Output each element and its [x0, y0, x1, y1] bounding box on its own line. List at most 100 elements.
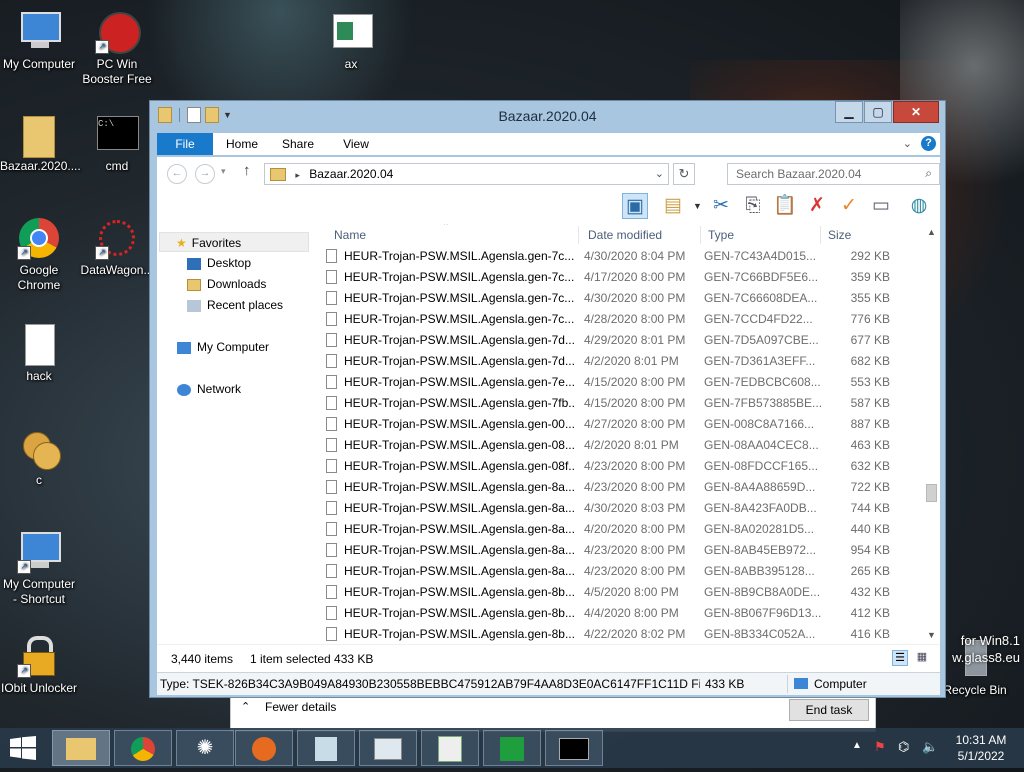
column-divider[interactable] — [578, 226, 579, 244]
chevron-down-icon[interactable]: ▼ — [693, 201, 702, 211]
network-icon[interactable]: ⌬ — [898, 739, 909, 755]
column-header-name[interactable]: Name — [334, 224, 366, 246]
desktop-icon-my-computer-shortcut[interactable]: ↗ My Computer - Shortcut — [0, 530, 78, 607]
up-arrow-icon[interactable]: ↑ — [243, 162, 251, 179]
minimize-button[interactable]: ▁ — [835, 101, 863, 123]
notepad-icon — [438, 735, 462, 762]
chevron-up-icon[interactable]: ▲ — [852, 740, 862, 751]
file-row[interactable]: HEUR-Trojan-PSW.MSIL.Agensla.gen-8a... 4/… — [322, 561, 922, 582]
taskbar-file-explorer[interactable] — [52, 730, 110, 766]
file-row[interactable]: HEUR-Trojan-PSW.MSIL.Agensla.gen-7e... 4/… — [322, 372, 922, 393]
nav-desktop[interactable]: Desktop — [187, 253, 251, 273]
start-button[interactable] — [10, 736, 36, 760]
taskbar-store[interactable] — [483, 730, 541, 766]
file-icon — [326, 501, 337, 515]
taskbar-weather[interactable]: ✺ — [176, 730, 234, 766]
file-row[interactable]: HEUR-Trojan-PSW.MSIL.Agensla.gen-8b... 4/… — [322, 603, 922, 624]
file-row[interactable]: HEUR-Trojan-PSW.MSIL.Agensla.gen-08... 4/… — [322, 435, 922, 456]
cut-icon[interactable]: ✂ — [708, 193, 734, 219]
desktop-icon-ax[interactable]: ax — [312, 10, 390, 72]
file-row[interactable]: HEUR-Trojan-PSW.MSIL.Agensla.gen-7c... 4/… — [322, 288, 922, 309]
chevron-down-icon[interactable]: ▾ — [221, 166, 226, 177]
file-row[interactable]: HEUR-Trojan-PSW.MSIL.Agensla.gen-8b... 4/… — [322, 624, 922, 644]
search-input[interactable]: Search Bazaar.2020.04 — [727, 163, 940, 185]
tab-file[interactable]: File — [157, 133, 213, 155]
chevron-down-icon[interactable]: ⌄ — [655, 164, 664, 184]
network-globe-icon[interactable]: ◍ — [906, 193, 932, 219]
file-row[interactable]: HEUR-Trojan-PSW.MSIL.Agensla.gen-7c... 4/… — [322, 309, 922, 330]
end-task-button[interactable]: End task — [789, 699, 869, 721]
search-icon[interactable]: ⌕ — [925, 166, 932, 181]
details-view-icon[interactable]: ☰ — [892, 650, 908, 666]
forward-arrow-icon[interactable]: → — [195, 164, 215, 184]
tab-share[interactable]: Share — [275, 133, 321, 155]
desktop-icon-iobit-unlocker[interactable]: ↗ IObit Unlocker — [0, 634, 78, 696]
column-header-type[interactable]: Type — [708, 224, 734, 246]
taskbar-task-manager[interactable] — [359, 730, 417, 766]
refresh-icon[interactable]: ↻ — [673, 163, 695, 185]
desktop-icon-cmd[interactable]: C:\ cmd — [78, 112, 156, 174]
file-row[interactable]: HEUR-Trojan-PSW.MSIL.Agensla.gen-7c... 4/… — [322, 246, 922, 267]
desktop-icon-pc-win-booster[interactable]: ↗ PC Win Booster Free — [78, 10, 156, 87]
file-row[interactable]: HEUR-Trojan-PSW.MSIL.Agensla.gen-8a... 4/… — [322, 540, 922, 561]
chevron-right-icon[interactable]: ▸ — [295, 170, 300, 180]
taskbar-notebook-app[interactable] — [297, 730, 355, 766]
file-row[interactable]: HEUR-Trojan-PSW.MSIL.Agensla.gen-00... 4/… — [322, 414, 922, 435]
file-row[interactable]: HEUR-Trojan-PSW.MSIL.Agensla.gen-7d... 4/… — [322, 330, 922, 351]
file-row[interactable]: HEUR-Trojan-PSW.MSIL.Agensla.gen-8b... 4/… — [322, 582, 922, 603]
clock[interactable]: 10:31 AM 5/1/2022 — [946, 728, 1016, 772]
column-header-size[interactable]: Size — [828, 224, 851, 246]
rename-icon[interactable]: ▭ — [868, 193, 894, 219]
column-divider[interactable] — [820, 226, 821, 244]
scroll-down-icon[interactable]: ▼ — [923, 627, 940, 644]
desktop-icon-c[interactable]: c — [0, 426, 78, 488]
nav-my-computer[interactable]: My Computer — [177, 337, 269, 357]
title-bar[interactable]: ▼ Bazaar.2020.04 ▁ ▢ ✕ — [150, 101, 945, 131]
file-row[interactable]: HEUR-Trojan-PSW.MSIL.Agensla.gen-7c... 4/… — [322, 267, 922, 288]
vertical-scrollbar[interactable]: ▲ ▼ — [923, 224, 940, 644]
delete-icon[interactable]: ✗ — [804, 193, 830, 219]
file-row[interactable]: HEUR-Trojan-PSW.MSIL.Agensla.gen-08f... 4… — [322, 456, 922, 477]
desktop-icon-datawagon[interactable]: ↗ DataWagon... — [78, 216, 156, 278]
taskbar-firefox[interactable] — [235, 730, 293, 766]
file-row[interactable]: HEUR-Trojan-PSW.MSIL.Agensla.gen-8a... 4/… — [322, 519, 922, 540]
chevron-down-icon[interactable]: ⌄ — [903, 137, 912, 150]
close-button[interactable]: ✕ — [893, 101, 939, 123]
scroll-up-icon[interactable]: ▲ — [923, 224, 940, 241]
desktop-icon-chrome[interactable]: ↗ Google Chrome — [0, 216, 78, 293]
file-row[interactable]: HEUR-Trojan-PSW.MSIL.Agensla.gen-7fb... 4… — [322, 393, 922, 414]
nav-favorites[interactable]: ★ Favorites — [159, 232, 309, 252]
taskbar-cmd[interactable] — [545, 730, 603, 766]
desktop-icon-bazaar-folder[interactable]: Bazaar.2020.... — [0, 112, 81, 174]
checkmark-icon[interactable]: ✓ — [836, 193, 862, 219]
tab-home[interactable]: Home — [219, 133, 265, 155]
speaker-muted-icon[interactable]: 🔈 — [922, 739, 938, 755]
desktop-icon-hack[interactable]: hack — [0, 322, 78, 384]
copy-icon[interactable]: ⎘ — [740, 193, 766, 219]
address-bar[interactable]: ▸ Bazaar.2020.04 ⌄ — [264, 163, 669, 185]
back-arrow-icon[interactable]: ← — [167, 164, 187, 184]
action-center-flag-icon[interactable]: ⚑ — [874, 739, 886, 755]
nav-network[interactable]: Network — [177, 379, 241, 399]
scroll-thumb[interactable] — [926, 484, 937, 502]
paste-icon[interactable]: 📋 — [772, 193, 798, 219]
file-row[interactable]: HEUR-Trojan-PSW.MSIL.Agensla.gen-7d... 4/… — [322, 351, 922, 372]
nav-recent-places[interactable]: Recent places — [187, 295, 283, 315]
file-row[interactable]: HEUR-Trojan-PSW.MSIL.Agensla.gen-8a... 4/… — [322, 498, 922, 519]
taskbar-chrome[interactable] — [114, 730, 172, 766]
file-row[interactable]: HEUR-Trojan-PSW.MSIL.Agensla.gen-8a... 4/… — [322, 477, 922, 498]
column-header-date[interactable]: Date modified — [588, 224, 662, 246]
chevron-up-icon[interactable]: ⌃ — [241, 700, 250, 713]
nav-downloads[interactable]: Downloads — [187, 274, 266, 294]
large-icons-view-icon[interactable]: ▦ — [914, 650, 930, 666]
fewer-details-link[interactable]: Fewer details — [265, 700, 336, 714]
tab-view[interactable]: View — [333, 133, 379, 155]
folder-check-icon[interactable]: ▤ — [660, 193, 686, 219]
help-icon[interactable]: ? — [921, 136, 936, 151]
column-divider[interactable] — [700, 226, 701, 244]
taskbar-notepad-plus[interactable] — [421, 730, 479, 766]
maximize-button[interactable]: ▢ — [864, 101, 892, 123]
clock-time: 10:31 AM — [955, 733, 1007, 747]
desktop-icon-my-computer[interactable]: My Computer — [0, 10, 78, 72]
preview-pane-icon[interactable]: ▣ — [622, 193, 648, 219]
